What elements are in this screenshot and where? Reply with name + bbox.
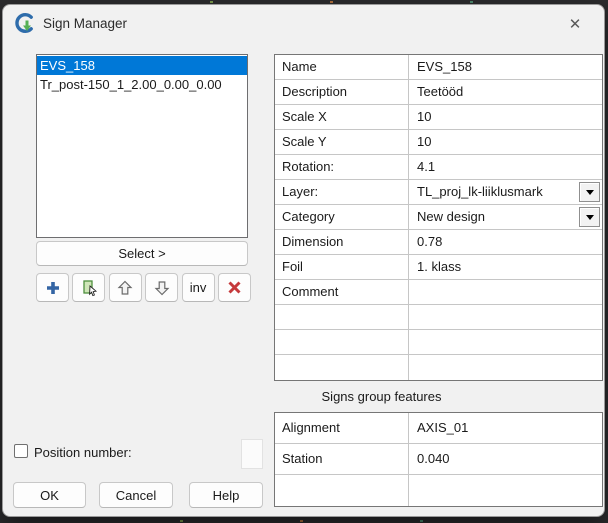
position-number-field[interactable] <box>241 439 263 469</box>
property-row: Description Teetööd <box>275 80 602 105</box>
property-label: Scale X <box>275 105 409 129</box>
position-number-label: Position number: <box>34 445 132 460</box>
background-artifact <box>180 520 183 522</box>
ok-button[interactable]: OK <box>13 482 86 508</box>
property-row-empty <box>275 305 602 330</box>
property-row: Dimension 0.78 <box>275 230 602 255</box>
select-button[interactable]: Select > <box>36 241 248 266</box>
category-dropdown-button[interactable] <box>579 207 600 227</box>
property-label: Name <box>275 55 409 79</box>
plus-icon <box>46 281 59 294</box>
cancel-button[interactable]: Cancel <box>99 482 173 508</box>
description-value[interactable]: Teetööd <box>409 80 602 104</box>
property-label: Layer: <box>275 180 409 204</box>
list-item[interactable]: Tr_post-150_1_2.00_0.00_0.00 <box>37 75 247 94</box>
property-label <box>275 355 409 380</box>
delete-x-icon <box>228 281 241 294</box>
group-row: Alignment AXIS_01 <box>275 413 602 444</box>
pick-cursor-icon <box>83 279 97 296</box>
close-button[interactable]: ✕ <box>552 5 598 43</box>
property-row: Rotation: 4.1 <box>275 155 602 180</box>
signs-group-features-heading: Signs group features <box>274 381 603 412</box>
foil-value[interactable]: 1. klass <box>409 255 602 279</box>
property-value[interactable] <box>409 330 602 354</box>
titlebar[interactable]: Sign Manager ✕ <box>3 5 604 49</box>
category-value[interactable]: New design <box>409 205 602 229</box>
layer-value-text: TL_proj_lk-liiklusmark <box>417 184 543 199</box>
move-down-button[interactable] <box>145 273 179 302</box>
invert-selection-label: inv <box>189 280 207 295</box>
property-label <box>275 330 409 354</box>
add-sign-button[interactable] <box>36 273 69 302</box>
property-value[interactable] <box>409 355 602 380</box>
background-artifact <box>420 520 423 522</box>
invert-selection-button[interactable]: inv <box>181 273 215 302</box>
background-artifact <box>300 520 303 522</box>
signs-group-features-label: Signs group features <box>321 389 442 404</box>
group-label-cell: Alignment <box>275 413 409 443</box>
scale-y-value[interactable]: 10 <box>409 130 602 154</box>
pick-sign-button[interactable] <box>72 273 106 302</box>
close-icon: ✕ <box>568 16 582 33</box>
property-label: Foil <box>275 255 409 279</box>
property-row: Foil 1. klass <box>275 255 602 280</box>
move-up-button[interactable] <box>108 273 142 302</box>
chevron-down-icon <box>585 189 594 195</box>
arrow-down-icon <box>154 280 170 295</box>
arrow-up-icon <box>117 280 133 295</box>
list-item[interactable]: EVS_158 <box>37 56 247 75</box>
chevron-down-icon <box>585 214 594 220</box>
group-label-cell <box>275 475 409 506</box>
property-label: Rotation: <box>275 155 409 179</box>
property-row: Scale Y 10 <box>275 130 602 155</box>
property-label: Comment <box>275 280 409 304</box>
name-value[interactable]: EVS_158 <box>409 55 602 79</box>
property-value[interactable] <box>409 305 602 329</box>
property-row-empty <box>275 330 602 355</box>
property-row: Layer: TL_proj_lk-liiklusmark <box>275 180 602 205</box>
property-label: Category <box>275 205 409 229</box>
app-logo-icon <box>15 13 33 33</box>
sign-properties-grid: Name EVS_158 Description Teetööd Scale X… <box>274 54 603 381</box>
property-label <box>275 305 409 329</box>
rotation-value[interactable]: 4.1 <box>409 155 602 179</box>
property-row: Comment <box>275 280 602 305</box>
sign-toolbar: inv <box>36 273 251 302</box>
layer-value[interactable]: TL_proj_lk-liiklusmark <box>409 180 602 204</box>
category-value-text: New design <box>417 209 485 224</box>
sign-manager-dialog: Sign Manager ✕ EVS_158 Tr_post-150_1_2.0… <box>2 4 605 517</box>
background-artifact <box>470 1 473 3</box>
property-row: Name EVS_158 <box>275 55 602 80</box>
alignment-value[interactable]: AXIS_01 <box>409 413 602 443</box>
property-row: Scale X 10 <box>275 105 602 130</box>
scale-x-value[interactable]: 10 <box>409 105 602 129</box>
window-title: Sign Manager <box>43 16 128 31</box>
property-label: Dimension <box>275 230 409 254</box>
background-artifact <box>330 1 333 3</box>
help-button[interactable]: Help <box>189 482 263 508</box>
group-row: Station 0.040 <box>275 444 602 475</box>
position-number-checkbox[interactable] <box>14 444 28 458</box>
station-value[interactable]: 0.040 <box>409 444 602 474</box>
comment-value[interactable] <box>409 280 602 304</box>
layer-dropdown-button[interactable] <box>579 182 600 202</box>
property-label: Scale Y <box>275 130 409 154</box>
signs-group-grid: Alignment AXIS_01 Station 0.040 <box>274 412 603 507</box>
property-row: Category New design <box>275 205 602 230</box>
property-row-empty <box>275 355 602 380</box>
sign-listbox[interactable]: EVS_158 Tr_post-150_1_2.00_0.00_0.00 <box>36 54 248 238</box>
group-label-cell: Station <box>275 444 409 474</box>
property-label: Description <box>275 80 409 104</box>
group-row-empty <box>275 475 602 506</box>
group-value[interactable] <box>409 475 602 506</box>
dimension-value[interactable]: 0.78 <box>409 230 602 254</box>
background-artifact <box>210 1 213 3</box>
delete-sign-button[interactable] <box>217 273 251 302</box>
